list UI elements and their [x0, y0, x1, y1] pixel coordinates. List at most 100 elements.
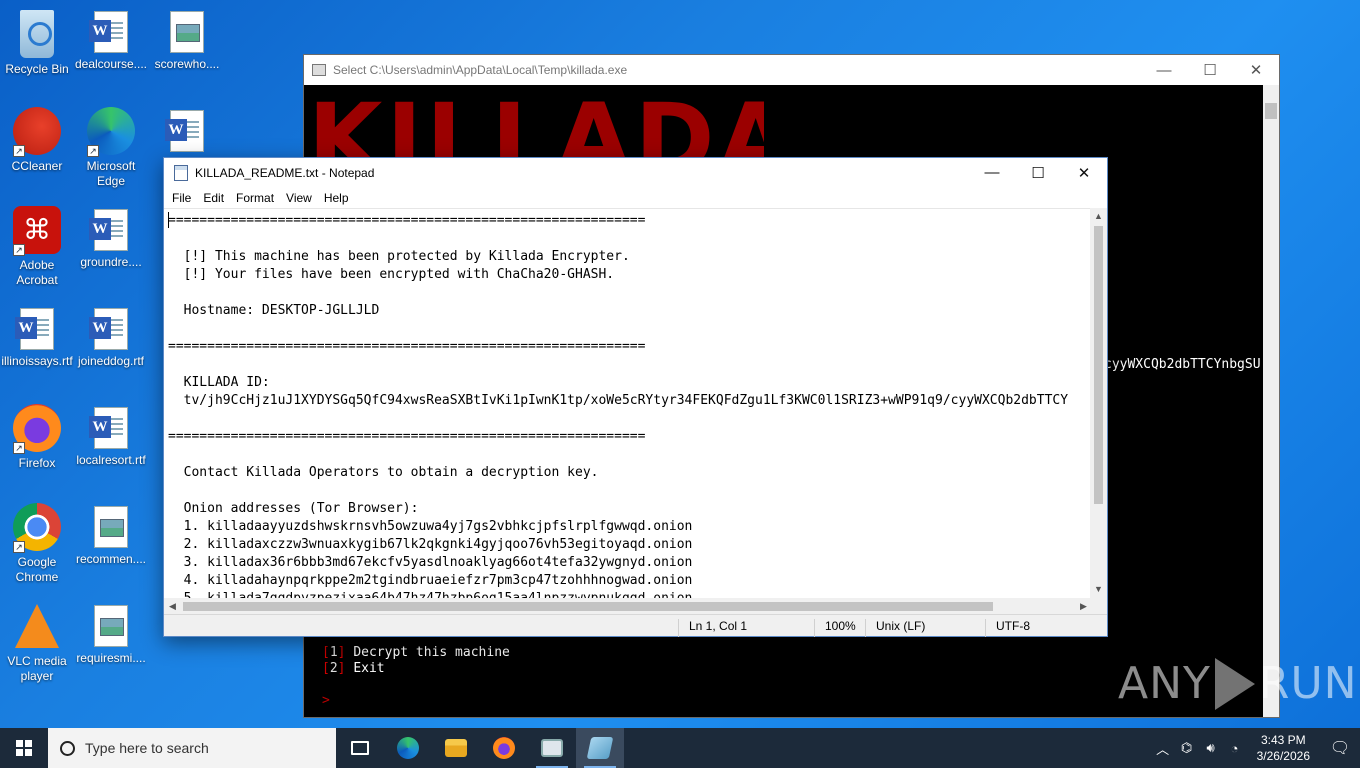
- anyrun-watermark: ANY RUN: [1118, 658, 1358, 710]
- text-line: 4. killadahaynpqrkppe2m2tgindbruaeiefzr7…: [168, 573, 693, 588]
- taskbar-search-box[interactable]: Type here to search: [48, 728, 336, 768]
- recycle-bin-icon: [20, 10, 54, 58]
- status-encoding: UTF-8: [985, 619, 1030, 637]
- clock[interactable]: 3:43 PM 3/26/2026: [1247, 732, 1320, 764]
- desktop-icon-firefox[interactable]: ↗ Firefox: [0, 404, 74, 471]
- volume-icon[interactable]: 🔊︎: [1199, 740, 1223, 756]
- readme-text: ========================================…: [168, 212, 1068, 598]
- edge-icon: [397, 737, 419, 759]
- word-doc-icon: [165, 110, 204, 152]
- text-line: [168, 320, 1068, 338]
- minimize-button[interactable]: —: [1141, 55, 1187, 85]
- desktop-icon-label: Adobe Acrobat: [16, 258, 58, 287]
- console-app-icon: [541, 739, 563, 757]
- console-menu-option-2: [2] Exit: [322, 661, 385, 676]
- text-line: ========================================…: [168, 213, 646, 228]
- shortcut-arrow-icon: ↗: [13, 244, 25, 256]
- scroll-left-arrow-icon[interactable]: ◀: [164, 601, 181, 612]
- notepad-statusbar: Ln 1, Col 1 100% Unix (LF) UTF-8: [164, 614, 1107, 637]
- word-doc-icon: [15, 308, 54, 350]
- text-line: ========================================…: [168, 339, 646, 354]
- desktop-icon-label: CCleaner: [11, 159, 63, 173]
- console-titlebar[interactable]: Select C:\Users\admin\AppData\Local\Temp…: [304, 55, 1279, 85]
- text-line: [168, 230, 1068, 248]
- notepad-titlebar[interactable]: KILLADA_README.txt - Notepad — ☐ ✕: [164, 158, 1107, 187]
- network-icon[interactable]: ⌬: [1175, 740, 1199, 756]
- desktop-icon-label: groundre....: [80, 255, 142, 269]
- scroll-down-arrow-icon[interactable]: ▼: [1090, 581, 1107, 598]
- desktop-icon-edge[interactable]: ↗ Microsoft Edge: [74, 107, 148, 189]
- desktop-icon-illinoissays[interactable]: illinoissays.rtf: [0, 305, 74, 369]
- wifi-icon[interactable]: ◔: [1223, 741, 1247, 756]
- desktop-icon-localresort[interactable]: localresort.rtf: [74, 404, 148, 468]
- taskbar-firefox[interactable]: [480, 728, 528, 768]
- start-button[interactable]: [0, 728, 48, 768]
- maximize-button[interactable]: ☐: [1187, 55, 1233, 85]
- taskbar-console[interactable]: [528, 728, 576, 768]
- clock-time: 3:43 PM: [1260, 733, 1306, 747]
- text-line: [!] Your files have been encrypted with …: [168, 267, 615, 282]
- vertical-scroll-thumb[interactable]: [1094, 226, 1103, 504]
- menu-help[interactable]: Help: [318, 191, 355, 205]
- text-line: ========================================…: [168, 429, 646, 444]
- watermark-left-text: ANY: [1118, 658, 1211, 709]
- console-menu-option-1: [1] Decrypt this machine: [322, 645, 510, 660]
- minimize-button[interactable]: —: [969, 158, 1015, 188]
- console-app-icon: [312, 64, 326, 76]
- desktop-icon-label: illinoissays.rtf: [1, 354, 73, 368]
- search-placeholder: Type here to search: [85, 740, 209, 756]
- close-button[interactable]: ✕: [1233, 55, 1279, 85]
- text-line: [168, 356, 1068, 374]
- desktop-icon-scorewho[interactable]: scorewho....: [150, 8, 224, 72]
- menu-format[interactable]: Format: [230, 191, 280, 205]
- menu-edit[interactable]: Edit: [197, 191, 230, 205]
- notification-center-icon[interactable]: 🗨︎: [1320, 728, 1360, 768]
- desktop-icon-recycle-bin[interactable]: Recycle Bin: [0, 8, 74, 77]
- desktop-icon-recommen[interactable]: recommen....: [74, 503, 148, 567]
- desktop-icon-acrobat[interactable]: ↗ Adobe Acrobat: [0, 206, 74, 288]
- desktop-icon-ccleaner[interactable]: ↗ CCleaner: [0, 107, 74, 174]
- status-position: Ln 1, Col 1: [678, 619, 747, 637]
- desktop-icon-vlc[interactable]: VLC media player: [0, 602, 74, 684]
- notepad-window[interactable]: KILLADA_README.txt - Notepad — ☐ ✕ File …: [163, 157, 1108, 637]
- image-file-icon: [170, 11, 204, 53]
- desktop-icon-label: Recycle Bin: [5, 62, 69, 76]
- task-view-button[interactable]: [336, 728, 384, 768]
- chrome-icon: ↗: [13, 503, 61, 553]
- notepad-text-area[interactable]: ========================================…: [164, 208, 1092, 598]
- desktop-icon-groundre[interactable]: groundre....: [74, 206, 148, 270]
- close-button[interactable]: ✕: [1061, 158, 1107, 188]
- maximize-button[interactable]: ☐: [1015, 158, 1061, 188]
- windows-logo-icon: [16, 740, 32, 756]
- horizontal-scroll-thumb[interactable]: [183, 602, 993, 611]
- taskbar-notepad[interactable]: [576, 728, 624, 768]
- desktop-icon-label: dealcourse....: [74, 57, 148, 71]
- scroll-up-arrow-icon[interactable]: ▲: [1090, 208, 1107, 225]
- console-scrollbar[interactable]: [1263, 85, 1279, 717]
- watermark-right-text: RUN: [1258, 658, 1358, 709]
- notepad-menubar: File Edit Format View Help: [164, 187, 1107, 208]
- menu-view[interactable]: View: [280, 191, 318, 205]
- console-scroll-thumb[interactable]: [1265, 103, 1277, 119]
- taskbar-edge[interactable]: [384, 728, 432, 768]
- chevron-up-icon[interactable]: ︿: [1151, 739, 1175, 758]
- ccleaner-icon: ↗: [13, 107, 61, 157]
- vertical-scrollbar[interactable]: ▲ ▼: [1090, 208, 1107, 598]
- desktop-icon-requiresmi[interactable]: requiresmi....: [74, 602, 148, 666]
- desktop-icon-label: joineddog.rtf: [77, 354, 145, 368]
- image-file-icon: [94, 605, 128, 647]
- desktop-icon-chrome[interactable]: ↗ Google Chrome: [0, 503, 74, 585]
- horizontal-scrollbar[interactable]: ◀ ▶: [164, 598, 1092, 615]
- firefox-icon: [493, 737, 515, 759]
- text-line: 2. killadaxczzw3wnuaxkygib67lk2qkgnki4gy…: [168, 537, 693, 552]
- desktop-icon-label: scorewho....: [154, 57, 220, 71]
- desktop-icon-label: recommen....: [75, 552, 147, 566]
- text-line: [168, 446, 1068, 464]
- desktop-icon-dealcourse[interactable]: dealcourse....: [74, 8, 148, 72]
- desktop-icon-joineddog[interactable]: joineddog.rtf: [74, 305, 148, 369]
- shortcut-arrow-icon: ↗: [13, 145, 25, 157]
- taskbar-file-explorer[interactable]: [432, 728, 480, 768]
- word-doc-icon: [89, 209, 128, 251]
- desktop-icon-label: VLC media player: [7, 654, 67, 683]
- menu-file[interactable]: File: [166, 191, 197, 205]
